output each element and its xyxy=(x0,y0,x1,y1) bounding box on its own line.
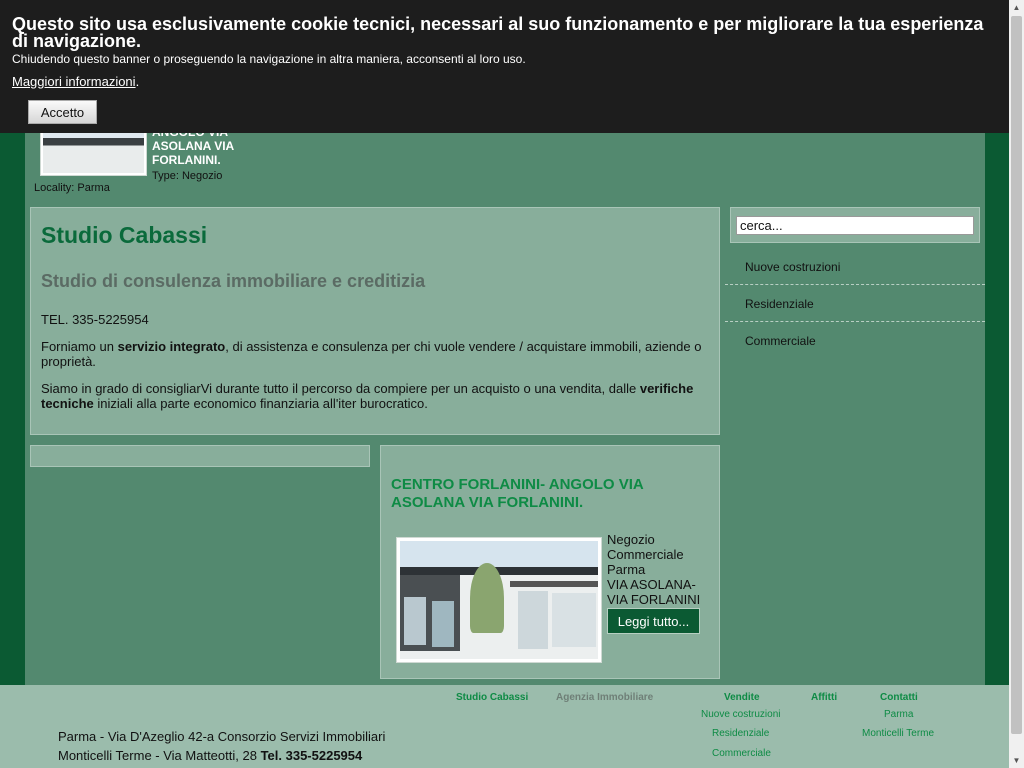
more-info-link[interactable]: Maggiori informazioni xyxy=(12,74,136,89)
property-card: CENTRO FORLANINI- ANGOLO VIA ASOLANA VIA… xyxy=(380,445,720,679)
cookie-banner: Questo sito usa esclusivamente cookie te… xyxy=(0,0,1009,133)
page-subtitle: Studio di consulenza immobiliare e credi… xyxy=(41,271,426,291)
intro-panel: Studio Cabassi Studio di consulenza immo… xyxy=(30,207,720,435)
footer-phone: Tel. 335-5225954 xyxy=(260,748,363,763)
empty-panel xyxy=(30,445,370,467)
text: Monticelli Terme - Via Matteotti, 28 xyxy=(58,748,261,763)
page-title: Studio Cabassi xyxy=(41,222,208,248)
property-photo xyxy=(400,541,598,659)
footer-nav-monticelli-terme[interactable]: Monticelli Terme xyxy=(862,728,934,739)
text: Forniamo un xyxy=(41,339,118,354)
address-line: Monticelli Terme - Via Matteotti, 28 Tel… xyxy=(58,746,385,765)
property-title[interactable]: CENTRO FORLANINI- ANGOLO VIA ASOLANA VIA… xyxy=(391,476,711,512)
header-property-type: Type: Negozio xyxy=(152,170,223,182)
bold-text: servizio integrato xyxy=(117,339,226,354)
property-city: Parma xyxy=(607,562,646,577)
phone-text: TEL. 335-5225954 xyxy=(41,312,149,327)
footer-nav-studio-cabassi[interactable]: Studio Cabassi xyxy=(456,692,528,703)
footer-nav-agenzia-immobiliare[interactable]: Agenzia Immobiliare xyxy=(556,692,653,703)
footer-nav-affitti[interactable]: Affitti xyxy=(811,692,837,703)
footer-nav-residenziale[interactable]: Residenziale xyxy=(712,728,769,739)
search-panel xyxy=(730,207,980,243)
cookie-title: Questo sito usa esclusivamente cookie te… xyxy=(12,14,984,51)
sidebar-item-commerciale[interactable]: Commerciale xyxy=(725,322,985,359)
address-line: Parma - Via D'Azeglio 42-a Consorzio Ser… xyxy=(58,729,386,744)
footer-nav-vendite[interactable]: Vendite xyxy=(724,692,760,703)
footer-nav-parma[interactable]: Parma xyxy=(884,709,913,720)
footer-nav-contatti[interactable]: Contatti xyxy=(880,692,918,703)
intro-paragraph-2: Siamo in grado di consigliarVi durante t… xyxy=(41,381,709,411)
property-type: Negozio xyxy=(607,532,655,547)
intro-paragraph-1: Forniamo un servizio integrato, di assis… xyxy=(41,339,709,369)
sidebar-menu: Nuove costruzioni Residenziale Commercia… xyxy=(725,248,985,359)
cookie-subtitle: Chiudendo questo banner o proseguendo la… xyxy=(12,52,526,66)
scrollbar-thumb[interactable] xyxy=(1011,16,1022,734)
property-address: VIA FORLANINI xyxy=(607,592,701,607)
header-property-locality: Locality: Parma xyxy=(34,182,110,194)
search-input[interactable] xyxy=(736,216,974,235)
scroll-down-arrow-icon[interactable]: ▼ xyxy=(1009,753,1024,768)
sidebar-item-residenziale[interactable]: Residenziale xyxy=(725,285,985,322)
footer-nav-commerciale[interactable]: Commerciale xyxy=(712,748,771,759)
page: ANGOLO VIA ASOLANA VIA FORLANINI. Type: … xyxy=(0,0,1009,768)
footer-nav-nuove-costruzioni[interactable]: Nuove costruzioni xyxy=(701,709,780,720)
property-image[interactable] xyxy=(396,537,602,663)
text: Siamo in grado di consigliarVi durante t… xyxy=(41,381,640,396)
sidebar-item-nuove-costruzioni[interactable]: Nuove costruzioni xyxy=(725,248,985,285)
accept-cookies-button[interactable]: Accetto xyxy=(28,100,97,124)
property-address: VIA ASOLANA- xyxy=(607,577,696,592)
read-more-button[interactable]: Leggi tutto... xyxy=(607,608,700,634)
text: . xyxy=(135,74,140,89)
vertical-scrollbar[interactable]: ▲ ▼ xyxy=(1009,0,1024,768)
text: iniziali alla parte economico finanziari… xyxy=(93,396,428,411)
footer: Parma - Via D'Azeglio 42-a Consorzio Ser… xyxy=(0,685,1009,768)
property-details: Negozio Commerciale Parma VIA ASOLANA- V… xyxy=(607,532,700,607)
property-category: Commerciale xyxy=(607,547,684,562)
footer-address: Parma - Via D'Azeglio 42-a Consorzio Ser… xyxy=(58,727,385,765)
scroll-up-arrow-icon[interactable]: ▲ xyxy=(1009,0,1024,15)
cookie-more-info: Maggiori informazioni. xyxy=(12,74,997,89)
